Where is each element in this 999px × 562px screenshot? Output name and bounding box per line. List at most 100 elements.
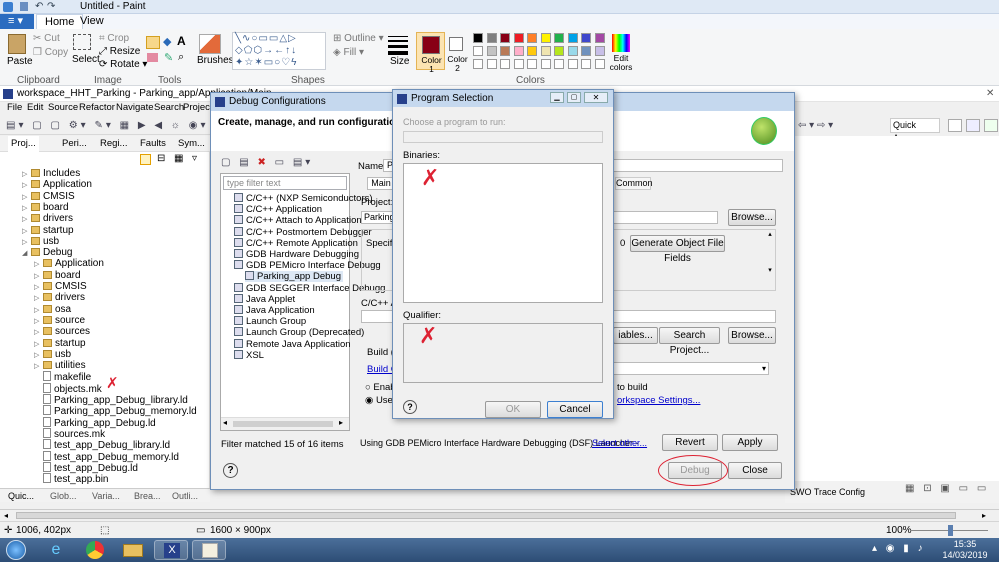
tree-file-item[interactable]: test_app.bin [34, 473, 109, 485]
config-list-item[interactable]: Remote Java Application [234, 338, 351, 350]
tab-outline[interactable]: Outli... [172, 489, 198, 503]
config-list-item[interactable]: Launch Group [234, 316, 306, 327]
paste-button[interactable]: Paste [7, 56, 33, 67]
config-list-item[interactable]: Java Application [234, 305, 315, 316]
tree-folder-item[interactable]: ▷ Application [22, 179, 92, 190]
paint-file-menu-button[interactable]: ≡ ▾ [0, 14, 34, 29]
menu-navigate[interactable]: Navigate [116, 102, 154, 113]
redo-icon[interactable]: ↷ [47, 1, 55, 12]
clock[interactable]: 15:35 14/03/2019 [938, 539, 992, 561]
tree-file-item[interactable]: test_app_Debug.ld [34, 461, 138, 474]
minimize-button[interactable]: ▁ [550, 92, 564, 103]
scrollbar-thumb[interactable] [233, 421, 333, 427]
view-menu-icon[interactable]: ▿ [192, 153, 197, 164]
tree-folder-item[interactable]: ▷ board [22, 202, 69, 213]
tab-registers[interactable]: Regi... [100, 136, 127, 152]
config-toolbar[interactable]: ▢ ▤ ✖ ▭ ▤▾ [221, 157, 313, 168]
tab-symbols[interactable]: Sym... [178, 136, 205, 152]
eraser-icon[interactable] [147, 53, 158, 62]
palette-swatch[interactable] [540, 46, 551, 56]
tree-file-item[interactable]: sources.mk [34, 427, 105, 440]
palette-swatch[interactable] [581, 59, 591, 69]
tree-file-item[interactable]: makefile [34, 371, 91, 383]
tree-file-item[interactable]: test_app_Debug_memory.ld [34, 450, 179, 463]
palette-swatch[interactable] [567, 33, 578, 43]
link-editor-icon[interactable] [140, 154, 151, 165]
magnifier-icon[interactable]: ⌕ [178, 51, 184, 64]
filter-icon[interactable]: ▦ [174, 153, 183, 164]
palette-swatch[interactable] [581, 46, 591, 56]
help-icon[interactable]: ? [223, 463, 238, 478]
palette-swatch[interactable] [500, 46, 510, 56]
palette-swatch[interactable] [513, 46, 524, 56]
config-list-item[interactable]: Launch Group (Deprecated) [234, 327, 364, 338]
size-button[interactable]: Size [390, 56, 409, 67]
config-list-item[interactable]: C/C++ Application [234, 204, 322, 215]
copy-button[interactable]: ❐ Copy [33, 47, 68, 58]
binaries-list[interactable]: ✗ [403, 163, 603, 303]
color-picker-icon[interactable]: ✎ [164, 51, 173, 64]
config-list-item[interactable]: GDB Hardware Debugging [234, 249, 359, 260]
tree-folder-item[interactable]: ▷ utilities [34, 360, 86, 371]
palette-swatch[interactable] [486, 46, 497, 56]
config-filter-input[interactable]: type filter text [223, 176, 347, 190]
color2-selector[interactable]: Color 2 [447, 32, 468, 73]
edit-colors-button[interactable]: Edit colors [607, 54, 635, 72]
scroll-left-icon[interactable]: ◂ [4, 511, 8, 520]
close-icon[interactable]: ✕ [986, 88, 994, 99]
palette-swatch[interactable] [473, 33, 483, 43]
cut-button[interactable]: ✂ Cut [33, 33, 60, 44]
enable-auto-build-radio[interactable]: ○ Enab [365, 382, 396, 393]
save-icon[interactable] [20, 2, 28, 11]
search-project-button[interactable]: Search Project... [659, 327, 720, 356]
palette-swatch[interactable] [473, 59, 483, 69]
collapse-icon[interactable]: ⊟ [157, 153, 165, 164]
tree-file-item[interactable]: Parking_app_Debug_memory.ld [34, 405, 197, 417]
internet-explorer-icon[interactable]: e [39, 540, 73, 560]
help-icon[interactable]: ? [403, 400, 417, 414]
config-list-item[interactable]: C/C++ Postmortem Debugger [234, 226, 372, 238]
scrollbar-thumb[interactable] [16, 512, 956, 519]
palette-swatch[interactable] [527, 46, 537, 56]
palette-swatch[interactable] [567, 46, 578, 56]
cancel-button[interactable]: Cancel [547, 401, 603, 418]
fill-icon[interactable]: ◆ [163, 35, 171, 48]
config-list-scrollbar[interactable]: ◂ ▸ [221, 417, 349, 430]
chrome-icon[interactable] [78, 540, 112, 560]
browse-project-button[interactable]: Browse... [728, 209, 776, 226]
outline-dropdown[interactable]: ⊞ Outline ▾ [333, 33, 384, 44]
menu-project[interactable]: Project [183, 102, 213, 113]
tree-folder-item[interactable]: ▷ board [34, 270, 81, 281]
expand-arrow-icon[interactable]: ◢ [22, 248, 31, 259]
config-list-item[interactable]: Java Applet [234, 293, 295, 305]
perspective-icon[interactable] [966, 119, 980, 132]
palette-swatch[interactable] [527, 33, 537, 43]
eclipse-taskbar-icon[interactable]: X [154, 540, 188, 560]
menu-source[interactable]: Source [48, 102, 78, 113]
tree-folder-item[interactable]: ▷ osa [34, 304, 71, 315]
program-filter-field[interactable] [403, 131, 603, 143]
undo-icon[interactable]: ↶ [35, 1, 43, 12]
tree-folder-item[interactable]: ▷ CMSIS [34, 281, 87, 292]
build-config-select[interactable]: ▾ [613, 362, 769, 375]
rotate-button[interactable]: ⟳ Rotate ▾ [99, 59, 147, 70]
tree-folder-item[interactable]: ▷ Application [34, 258, 104, 269]
palette-swatch[interactable] [594, 46, 605, 56]
config-list-item[interactable]: C/C++ Remote Application [234, 237, 358, 249]
quick-access-field[interactable]: Quick Access [890, 118, 940, 143]
crop-button[interactable]: ⌗ Crop [99, 33, 129, 44]
menu-file[interactable]: File [7, 102, 22, 113]
maximize-button[interactable]: ▢ [567, 92, 581, 103]
tab-variables[interactable]: Varia... [92, 489, 120, 503]
menu-refactor[interactable]: Refactor [79, 102, 115, 113]
apply-button[interactable]: Apply [722, 434, 778, 451]
config-list-item[interactable]: Parking_app Debug [245, 271, 343, 283]
zoom-slider-thumb[interactable] [948, 525, 953, 536]
palette-swatch[interactable] [527, 59, 537, 69]
browse-application-button[interactable]: Browse... [728, 327, 776, 344]
tree-file-item[interactable]: Parking_app_Debug.ld [34, 416, 156, 429]
revert-button[interactable]: Revert [662, 434, 718, 451]
tab-main[interactable]: Main [367, 177, 395, 190]
scroll-right-icon[interactable]: ▸ [339, 418, 343, 427]
trace-config-tab[interactable]: SWO Trace Config [790, 481, 865, 503]
